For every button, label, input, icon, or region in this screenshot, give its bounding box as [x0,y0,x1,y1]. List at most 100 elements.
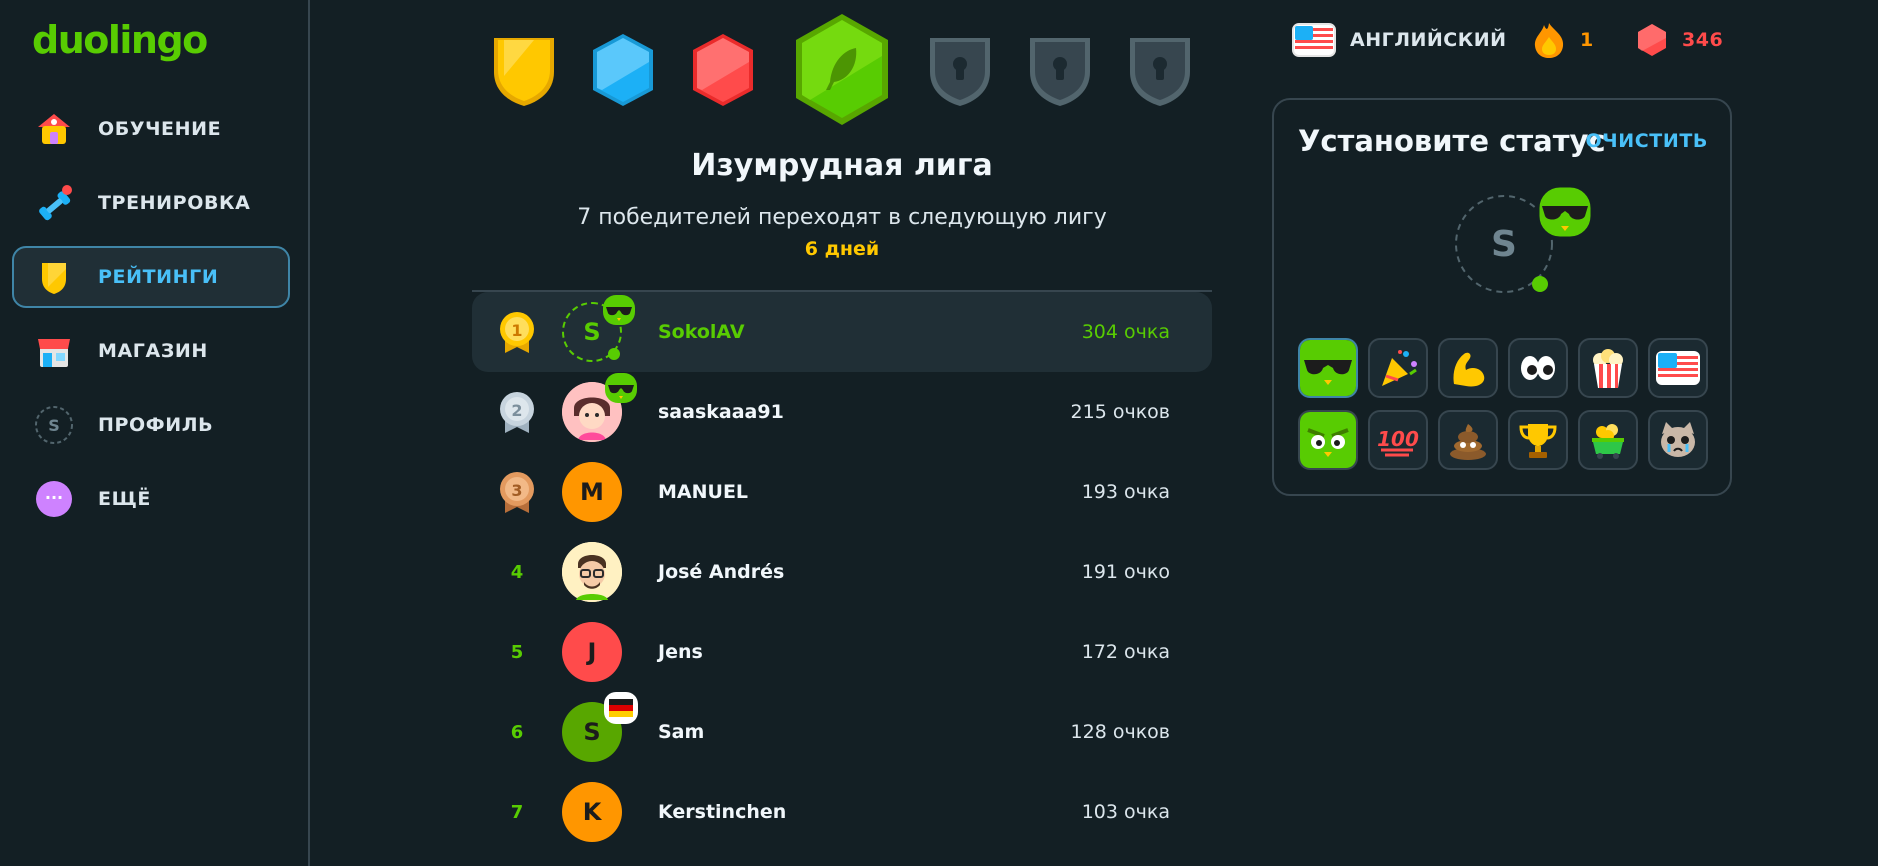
leaderboard-row[interactable]: 4 José Andrés 191 очко [472,532,1212,612]
sidebar-item-label: РЕЙТИНГИ [98,266,219,288]
sidebar-item-label: ЕЩЁ [98,488,151,510]
svg-text:100: 100 [1377,427,1419,451]
pile-of-poo-icon [1450,424,1486,460]
status-option[interactable] [1438,410,1498,470]
leaderboard: 1 S SokolAV 304 очка 2 saaskaaa91 215 оч… [472,292,1212,852]
rank-number: 5 [510,641,524,663]
points: 103 очка [1081,801,1170,823]
more-glyph: ··· [45,488,63,507]
streak-counter[interactable]: 1 [1532,20,1594,60]
sidebar-item-learn[interactable]: ОБУЧЕНИЕ [12,98,290,160]
sidebar-item-profile[interactable]: S ПРОФИЛЬ [12,394,290,456]
sidebar-nav: ОБУЧЕНИЕ ТРЕНИРОВКА РЕЙТИНГИ МАГАЗИН S П… [12,98,290,542]
username: SokolAV [658,321,745,343]
top-stats-bar: АНГЛИЙСКИЙ 1 346 [1292,20,1762,60]
username: Kerstinchen [658,801,787,823]
rank-number: 7 [510,801,524,823]
gem-icon [1638,24,1666,56]
status-option[interactable]: 100 [1368,410,1428,470]
shop-icon [34,331,74,371]
avatar: S [562,692,638,762]
party-popper-icon [1382,350,1417,386]
gems-counter[interactable]: 346 [1636,20,1723,60]
status-option[interactable] [1578,338,1638,398]
username: saaskaaa91 [658,401,784,423]
sidebar-item-label: МАГАЗИН [98,340,208,362]
avatar-initial: S [583,718,601,746]
sidebar-item-label: ПРОФИЛЬ [98,414,214,436]
avatar-initial: M [580,478,604,506]
league-subtitle: 7 победителей переходят в следующую лигу [577,205,1107,230]
sunglasses-owl-icon [1536,184,1594,240]
gems-count: 346 [1682,29,1724,51]
sidebar-item-shop[interactable]: МАГАЗИН [12,320,290,382]
status-option[interactable] [1648,338,1708,398]
status-option[interactable] [1438,338,1498,398]
streak-count: 1 [1580,29,1594,51]
points: 215 очков [1070,401,1170,423]
status-option[interactable] [1578,410,1638,470]
rank-cell: 2 [472,389,562,435]
ruby-league-badge-icon [693,34,753,106]
status-option[interactable] [1648,410,1708,470]
avatar-initial: K [582,798,602,826]
leaderboard-row[interactable]: 1 S SokolAV 304 очка [472,292,1212,372]
avatar-initial: S [583,318,601,346]
popcorn-icon [1593,349,1623,388]
rank-number: 1 [511,321,522,340]
username: Sam [658,721,705,743]
status-option[interactable] [1298,410,1358,470]
status-option[interactable] [1368,338,1428,398]
points: 304 очка [1081,321,1170,343]
leaderboard-row[interactable]: 2 saaskaaa91 215 очков [472,372,1212,452]
status-avatar-preview: S [1454,184,1594,296]
league-title: Изумрудная лига [691,148,993,183]
leaderboard-row[interactable]: 7 K Kerstinchen 103 очка [472,772,1212,852]
angry-owl-icon [1300,412,1356,468]
status-emoji-grid: 100 [1298,338,1712,470]
rank-number: 6 [510,721,524,743]
league-badges [490,12,1190,127]
hundred-points-icon: 100 [1377,427,1419,457]
sidebar-item-leaderboards[interactable]: РЕЙТИНГИ [12,246,290,308]
status-card: Установите статус ОЧИСТИТЬ S 100 [1272,98,1732,496]
sunglasses-owl-icon [602,294,636,326]
leaderboard-row[interactable]: 5 J Jens 172 очка [472,612,1212,692]
sidebar: duolingo ОБУЧЕНИЕ ТРЕНИРОВКА РЕЙТИНГИ МА… [0,0,310,866]
avatar: K [562,782,622,842]
leaderboard-row[interactable]: 6 S Sam 128 очков [472,692,1212,772]
user-avatar-image [562,542,622,602]
sidebar-item-practice[interactable]: ТРЕНИРОВКА [12,172,290,234]
avatar [562,542,622,602]
sunglasses-owl-icon [604,372,638,404]
course-selector[interactable]: АНГЛИЙСКИЙ [1292,20,1507,60]
sidebar-item-more[interactable]: ··· ЕЩЁ [12,468,290,530]
rank-cell: 4 [472,562,562,583]
profile-icon: S [34,405,74,445]
rank-number: 3 [511,481,522,500]
sidebar-item-label: ТРЕНИРОВКА [98,192,251,214]
bronze-league-badge-icon [494,38,554,106]
duolingo-logo[interactable]: duolingo [32,18,208,62]
status-option[interactable] [1508,410,1568,470]
leaderboard-row[interactable]: 3 M MANUEL 193 очка [472,452,1212,532]
german-flag-icon [604,692,638,724]
emerald-league-badge-icon [796,14,888,125]
rank-cell: 3 [472,469,562,515]
clear-status-button[interactable]: ОЧИСТИТЬ [1586,130,1708,152]
avatar: S [562,295,635,362]
crying-cat-icon [1661,422,1695,457]
rank-cell: 1 [472,309,562,355]
silver-medal-icon: 2 [500,392,534,433]
bronze-medal-icon: 3 [500,472,534,513]
locked-league-badge-icon [1030,38,1090,106]
shield-icon [34,257,74,297]
us-flag-icon [1656,351,1700,385]
status-option[interactable] [1298,338,1358,398]
points: 191 очко [1081,561,1170,583]
sapphire-league-badge-icon [593,34,653,106]
status-option[interactable] [1508,338,1568,398]
points: 193 очка [1081,481,1170,503]
locked-league-badge-icon [1130,38,1190,106]
username: MANUEL [658,481,749,503]
